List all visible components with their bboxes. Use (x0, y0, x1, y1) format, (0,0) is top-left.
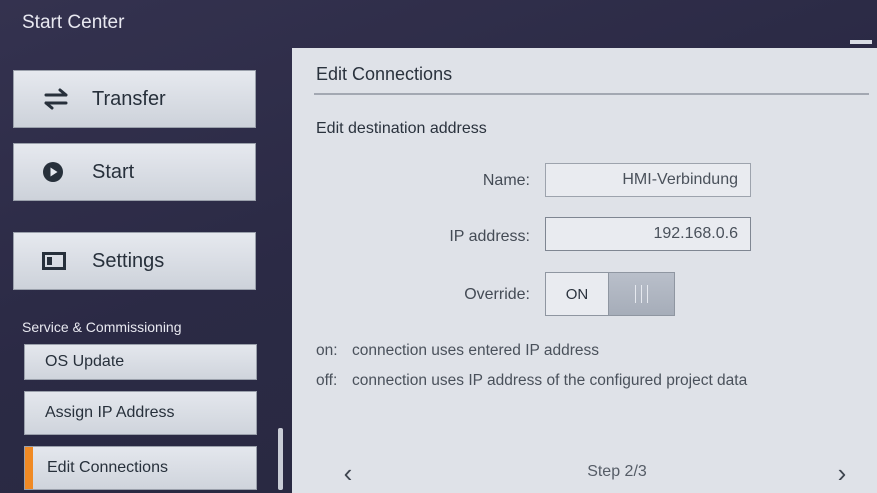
sidebar-scrollbar[interactable] (278, 428, 283, 490)
os-update-button[interactable]: OS Update (24, 344, 257, 380)
section-label-service: Service & Commissioning (22, 319, 182, 335)
assign-ip-address-button[interactable]: Assign IP Address (24, 391, 257, 435)
note-off: off: connection uses IP address of the co… (316, 372, 747, 390)
edit-connections-panel: Edit Connections Edit destination addres… (292, 48, 877, 493)
transfer-arrows-icon (42, 88, 82, 110)
settings-button[interactable]: Settings (13, 232, 256, 290)
note-on-text: connection uses entered IP address (352, 342, 600, 359)
panel-subtitle: Edit destination address (316, 120, 487, 137)
toggle-handle-grip-icon (608, 273, 674, 315)
note-off-text: connection uses IP address of the config… (352, 372, 748, 389)
settings-panel-icon (42, 252, 82, 270)
chevron-left-icon[interactable]: ‹ (333, 458, 363, 488)
os-update-label: OS Update (45, 353, 125, 370)
note-off-key: off: (316, 372, 338, 389)
chevron-right-icon[interactable]: › (827, 458, 857, 488)
hmi-screen: Start Center Transfer Start Settings Ser… (0, 0, 877, 493)
app-title: Start Center (22, 12, 125, 33)
play-circle-icon (42, 161, 82, 183)
step-indicator: Step 2/3 (587, 463, 647, 480)
note-on-key: on: (316, 342, 338, 359)
title-divider (314, 93, 869, 95)
settings-button-label: Settings (92, 249, 165, 272)
name-field[interactable]: HMI-Verbindung (545, 163, 751, 197)
override-label: Override: (464, 286, 530, 303)
transfer-button[interactable]: Transfer (13, 70, 256, 128)
name-label: Name: (482, 172, 530, 189)
minimize-icon[interactable] (850, 40, 872, 44)
assign-ip-address-label: Assign IP Address (45, 404, 175, 421)
panel-title: Edit Connections (316, 64, 453, 84)
start-button[interactable]: Start (13, 143, 256, 201)
override-toggle[interactable]: ON (545, 272, 675, 316)
override-state-label: ON (565, 285, 589, 303)
start-button-label: Start (92, 160, 135, 183)
edit-connections-button[interactable]: Edit Connections (24, 446, 257, 490)
active-indicator (25, 447, 33, 489)
ip-address-field[interactable]: 192.168.0.6 (545, 217, 751, 251)
note-on: on: connection uses entered IP address (316, 342, 599, 360)
ip-address-label: IP address: (449, 228, 530, 245)
edit-connections-label: Edit Connections (47, 459, 168, 476)
transfer-button-label: Transfer (92, 87, 166, 110)
